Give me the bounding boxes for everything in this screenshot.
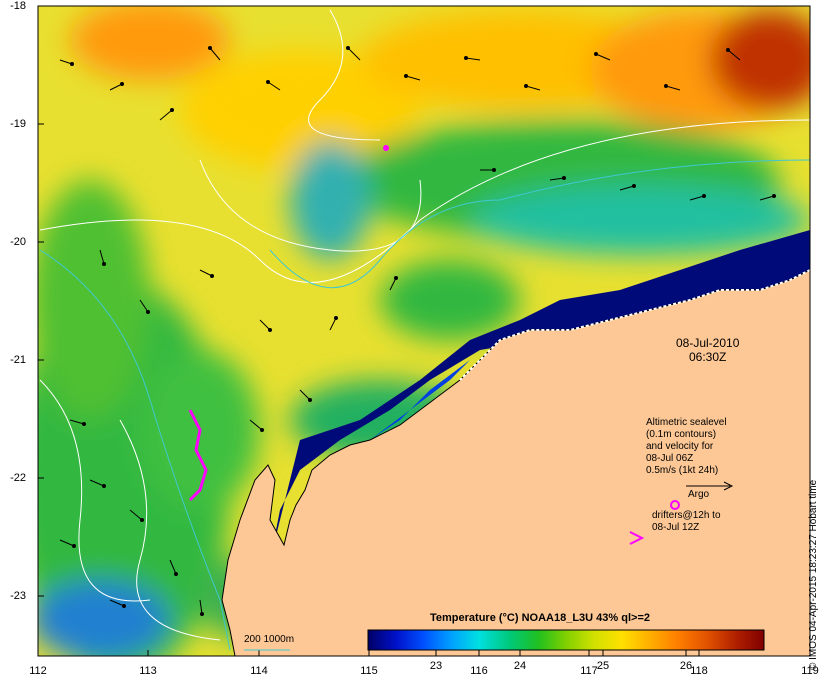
x-tick-label: 112 (29, 665, 47, 677)
y-tick-label: -21 (10, 354, 26, 366)
colorbar-tick-label: 23 (429, 660, 443, 672)
x-tick-label: 115 (360, 665, 378, 677)
colorbar-tick-label: 24 (513, 660, 527, 672)
y-tick-label: -19 (10, 118, 26, 130)
y-tick-label: -22 (10, 472, 26, 484)
legend-drifters-text: 08-Jul 12Z (652, 522, 700, 533)
y-tick-label: -18 (10, 0, 26, 12)
x-tick-label: 116 (470, 665, 488, 677)
y-tick-label: -20 (10, 236, 26, 248)
y-tick-label: -23 (10, 590, 26, 602)
x-tick-label: 113 (139, 665, 157, 677)
date-time-label: 08-Jul-2010 06:30Z (676, 336, 739, 364)
legend-altimetry-text: 08-Jul 06Z (646, 453, 694, 464)
x-tick-label: 114 (250, 665, 268, 677)
credit-text: © IMOS 04-Apr-2015 18:23:27 Hobart time (808, 479, 819, 670)
legend: Altimetric sealevel (0.1m contours) and … (640, 417, 780, 534)
date-text: 08-Jul-2010 (676, 336, 740, 350)
sst-map: -18 -19 -20 -21 -22 -23 112 113 114 115 … (0, 0, 840, 680)
colorbar (367, 629, 765, 651)
bathymetry-scale-label: 200 1000m (244, 634, 295, 645)
time-text: 06:30Z (689, 350, 727, 364)
legend-argo-label: Argo (688, 489, 710, 500)
colorbar-tick-label: 25 (596, 660, 610, 672)
legend-drifters-text: drifters@12h to (652, 510, 721, 521)
colorbar-title: Temperature (°C) NOAA18_L3U 43% ql>=2 (430, 612, 650, 624)
legend-altimetry-text: (0.1m contours) (646, 429, 717, 440)
colorbar-tick-label: 26 (679, 660, 693, 672)
legend-altimetry-text: Altimetric sealevel (646, 417, 727, 428)
argo-float-marker (383, 145, 389, 151)
legend-velocity-scale-text: 0.5m/s (1kt 24h) (646, 465, 719, 476)
legend-altimetry-text: and velocity for (646, 441, 714, 452)
